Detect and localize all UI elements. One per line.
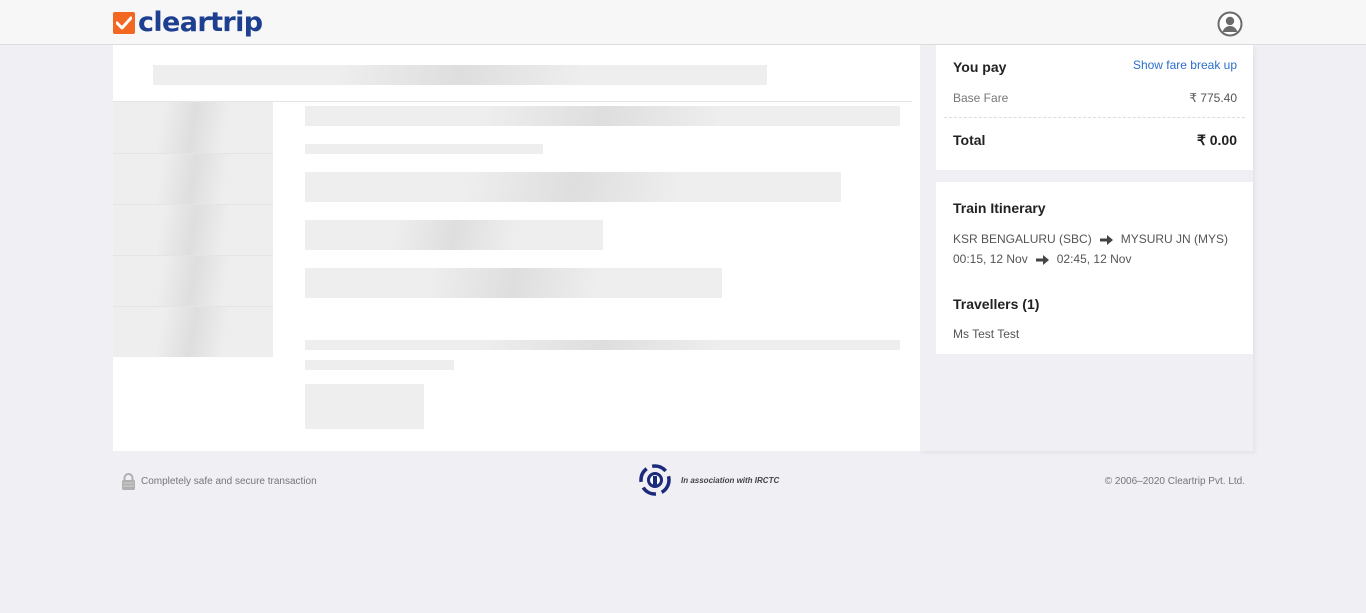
- skeleton-tab: [113, 154, 273, 204]
- station-route: KSR BENGALURU (SBC) MYSURU JN (MYS): [953, 232, 1228, 246]
- skeleton-field: [305, 220, 603, 250]
- irctc-logo-icon: [639, 464, 671, 496]
- skeleton-text-line: [305, 340, 900, 350]
- show-fare-breakup-link[interactable]: Show fare break up: [1133, 58, 1237, 72]
- base-fare-value: ₹ 775.40: [1189, 91, 1237, 105]
- arrival-time: 02:45, 12 Nov: [1056, 252, 1132, 266]
- you-pay-heading: You pay: [953, 59, 1007, 75]
- secure-text: Completely safe and secure transaction: [141, 476, 317, 487]
- traveller-name: Ms Test Test: [953, 327, 1020, 341]
- departure-time: 00:15, 12 Nov: [953, 252, 1028, 266]
- skeleton-field: [305, 172, 841, 202]
- user-account-icon[interactable]: [1217, 11, 1243, 37]
- top-bar: cleartrip: [0, 0, 1366, 45]
- itinerary-card: Train Itinerary KSR BENGALURU (SBC) MYSU…: [936, 182, 1253, 354]
- time-route: 00:15, 12 Nov 02:45, 12 Nov: [953, 252, 1131, 266]
- cleartrip-logo[interactable]: cleartrip: [113, 7, 263, 39]
- irctc-text: In association with IRCTC: [681, 475, 780, 485]
- skeleton-title-bar: [153, 65, 767, 85]
- right-arrow-icon: [1099, 234, 1113, 245]
- skeleton-text-line-short: [305, 360, 454, 370]
- from-station: KSR BENGALURU (SBC): [953, 232, 1092, 246]
- booking-form-loading-panel: [113, 45, 920, 451]
- skeleton-tab: [113, 205, 273, 255]
- lock-icon: [122, 473, 135, 490]
- brand-name: cleartrip: [138, 7, 263, 38]
- to-station: MYSURU JN (MYS): [1120, 232, 1229, 246]
- skeleton-subheading: [305, 144, 543, 154]
- total-label: Total: [953, 132, 986, 148]
- fare-divider: [944, 117, 1245, 118]
- copyright-text: © 2006–2020 Cleartrip Pvt. Ltd.: [1104, 476, 1245, 487]
- skeleton-heading: [305, 106, 900, 126]
- skeleton-tab: [113, 102, 273, 153]
- skeleton-tab: [113, 256, 273, 306]
- travellers-heading: Travellers (1): [953, 296, 1040, 312]
- train-itinerary-heading: Train Itinerary: [953, 200, 1046, 216]
- skeleton-field: [305, 268, 722, 298]
- irctc-association: In association with IRCTC: [637, 462, 779, 498]
- total-value: ₹ 0.00: [1196, 132, 1237, 148]
- check-box-logo-icon: [113, 12, 135, 34]
- secure-transaction-note: Completely safe and secure transaction: [121, 473, 317, 490]
- base-fare-label: Base Fare: [953, 91, 1009, 105]
- skeleton-button: [305, 384, 424, 429]
- skeleton-tab: [113, 307, 273, 357]
- fare-summary-card: You pay Show fare break up Base Fare ₹ 7…: [936, 45, 1253, 170]
- right-arrow-icon: [1035, 254, 1049, 265]
